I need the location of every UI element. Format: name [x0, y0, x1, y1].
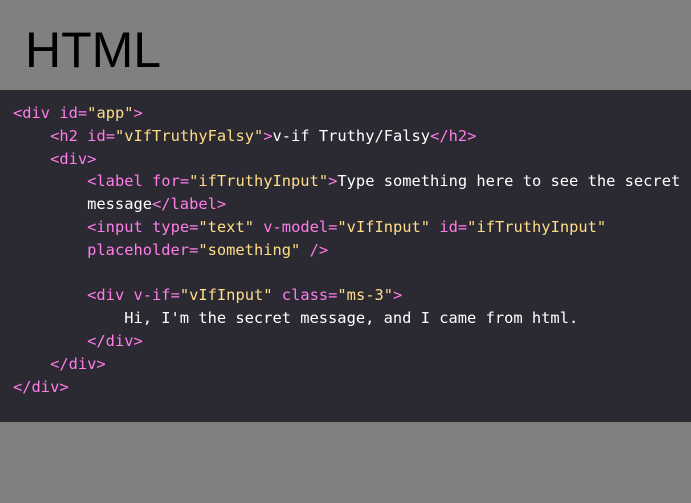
code-value-token: "vIfTruthyFalsy"	[114, 126, 264, 145]
code-tag-token: >	[393, 286, 403, 305]
code-text-token: Type something here to see the secret	[337, 172, 681, 191]
code-value-token: "ifTruthyInput"	[189, 172, 329, 191]
code-text-token: Hi, I'm the secret message, and I came f…	[13, 309, 579, 328]
code-tag-token: </h2>	[430, 126, 477, 145]
code-value-token: "vIfInput"	[179, 286, 273, 305]
code-block: <div id="app"> <h2 id="vIfTruthyFalsy">v…	[0, 90, 691, 422]
code-tag-token: <div	[13, 104, 51, 122]
code-content: <div id="app"> <h2 id="vIfTruthyFalsy">v…	[13, 102, 691, 398]
code-line: <label for="ifTruthyInput">Type somethin…	[13, 170, 691, 193]
code-value-token: "ms-3"	[337, 286, 394, 305]
code-attribute-token: class=	[281, 286, 338, 305]
code-line: </div>	[13, 330, 691, 353]
code-tag-token: <h2	[50, 126, 78, 145]
code-attribute-token: id=	[87, 126, 115, 145]
code-tag-token: </label>	[152, 195, 227, 214]
page-title: HTML	[25, 22, 162, 78]
code-attribute-token: id=	[59, 104, 88, 122]
code-tag-token: <div>	[50, 149, 97, 168]
code-tag-token: <div	[87, 286, 125, 305]
code-tag-token: >	[263, 126, 273, 145]
code-line: <h2 id="vIfTruthyFalsy">v-if Truthy/Fals…	[13, 125, 691, 148]
code-line: placeholder="something" />	[13, 239, 691, 262]
code-value-token: "app"	[87, 104, 134, 122]
code-text-token: message	[13, 195, 152, 214]
code-tag-token: >	[133, 104, 143, 122]
code-attribute-token: v-model=	[263, 217, 338, 236]
code-line: <div>	[13, 148, 691, 171]
code-tag-token: >	[328, 172, 338, 191]
code-line: </div>	[13, 353, 691, 376]
code-tag-token: <input	[87, 217, 143, 236]
code-attribute-token: v-if=	[133, 286, 180, 305]
code-line: <div v-if="vIfInput" class="ms-3">	[13, 284, 691, 307]
code-line: message</label>	[13, 193, 691, 216]
code-tag-token: </div>	[13, 377, 69, 396]
code-value-token: "vIfInput"	[337, 217, 431, 236]
code-attribute-token: type=	[152, 217, 199, 236]
code-tag-token: </div>	[50, 354, 106, 373]
code-tag-token: </div>	[87, 331, 143, 350]
code-tag-token: <label	[87, 172, 143, 191]
code-line: </div>	[13, 376, 691, 399]
code-tag-token: />	[309, 240, 329, 259]
code-line: <div id="app">	[13, 102, 691, 125]
code-text-token: v-if Truthy/Falsy	[272, 126, 431, 145]
code-value-token: "ifTruthyInput"	[467, 217, 607, 236]
code-value-token: "something"	[198, 240, 301, 259]
code-line	[13, 262, 691, 285]
code-line: <input type="text" v-model="vIfInput" id…	[13, 216, 691, 239]
code-attribute-token: id=	[439, 217, 468, 236]
code-attribute-token: for=	[152, 172, 190, 191]
code-value-token: "text"	[198, 217, 254, 236]
code-line: Hi, I'm the secret message, and I came f…	[13, 307, 691, 330]
code-attribute-token: placeholder=	[87, 240, 199, 259]
